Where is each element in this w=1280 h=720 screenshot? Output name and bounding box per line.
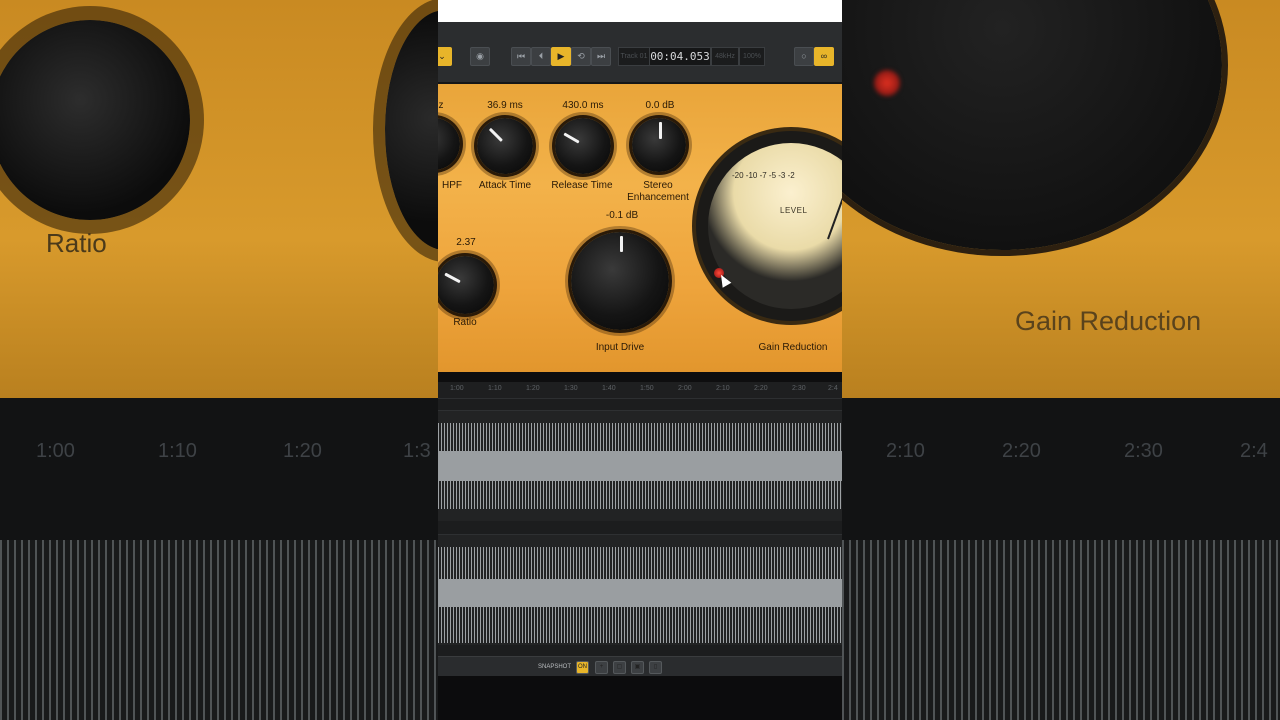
ruler-mark: 2:4: [828, 385, 838, 392]
compressor-plugin-panel: z HPF 36.9 ms Attack Time 430.0 ms Relea…: [438, 84, 842, 372]
input-drive-knob[interactable]: [571, 232, 669, 330]
audio-track-right[interactable]: [438, 534, 842, 645]
ruler-mark: 1:10: [488, 385, 502, 392]
timeline-ruler[interactable]: 1:00 1:10 1:20 1:30 1:40 1:50 2:00 2:10 …: [438, 382, 842, 399]
ruler-mark: 1:00: [36, 440, 75, 462]
add-icon[interactable]: +: [595, 661, 608, 674]
knob-pointer: [488, 128, 503, 143]
track-cell: Track 01: [618, 47, 650, 66]
release-time-knob[interactable]: [555, 118, 611, 174]
zoom-cell: 100%: [739, 47, 765, 66]
enhancement-label: Enhancement: [627, 192, 689, 203]
menu-chevron-icon[interactable]: ⌄: [438, 47, 452, 66]
background-ruler: 2:10 2:20 2:30 2:4: [842, 440, 1280, 470]
ruler-mark: 2:30: [1124, 440, 1163, 462]
ruler-mark: 1:20: [283, 440, 322, 462]
input-drive-value: -0.1 dB: [605, 210, 639, 221]
paste-icon[interactable]: ▣: [631, 661, 644, 674]
waveform-core: [438, 451, 842, 481]
loop-icon[interactable]: ⟲: [571, 47, 591, 66]
ruler-mark: 2:20: [754, 385, 768, 392]
rate-cell: 48kHz: [711, 47, 739, 66]
ratio-label: Ratio: [453, 317, 477, 328]
ruler-mark: 2:4: [1240, 440, 1268, 462]
bottom-area: [438, 676, 842, 720]
snapshot-label: SNAPSHOT: [538, 664, 572, 670]
attack-time-knob[interactable]: [477, 118, 533, 174]
background-right: Gain Reduction 2:10 2:20 2:30 2:4: [842, 0, 1280, 720]
background-ratio-label: Ratio: [46, 228, 107, 258]
top-bar: [438, 0, 842, 22]
knob-pointer: [563, 132, 580, 144]
input-drive-label: Input Drive: [595, 342, 645, 353]
background-gain-reduction-label: Gain Reduction: [1015, 306, 1202, 336]
background-led: [874, 70, 900, 96]
transport-bar: ⌄ ◉ ⏮ ⏴ ▶ ⟲ ⏭ Track 01 00:04.053 48kHz 1…: [438, 22, 842, 84]
ruler-mark: 2:00: [678, 385, 692, 392]
snapshot-bar: SNAPSHOT ON + ▢ ▣ ▯: [438, 656, 842, 677]
gain-reduction-label: Gain Reduction: [758, 342, 828, 353]
forward-to-end-icon[interactable]: ⏭: [591, 47, 611, 66]
power-icon[interactable]: ◉: [470, 47, 490, 66]
ruler-mark: 1:20: [526, 385, 540, 392]
ratio-knob[interactable]: [438, 256, 494, 314]
stereo-label: Stereo: [643, 180, 673, 191]
panel-divider: [438, 372, 842, 382]
ruler-mark: 1:40: [602, 385, 616, 392]
hpf-value: z: [438, 100, 444, 111]
ruler-mark: 1:30: [564, 385, 578, 392]
app-view: ⌄ ◉ ⏮ ⏴ ▶ ⟲ ⏭ Track 01 00:04.053 48kHz 1…: [438, 0, 842, 720]
background-left: Ratio 1:00 1:10 1:20 1:3: [0, 0, 438, 720]
ruler-mark: 1:10: [158, 440, 197, 462]
timecode-display: 00:04.053: [649, 47, 711, 66]
ruler-mark: 1:3: [403, 440, 431, 462]
hpf-knob[interactable]: [438, 118, 460, 170]
knob-pointer: [659, 122, 662, 139]
rewind-to-start-icon[interactable]: ⏮: [511, 47, 531, 66]
meter-scale: -20 -10 -7 -5 -3 -2: [732, 171, 795, 180]
play-icon[interactable]: ▶: [551, 47, 571, 66]
attack-value: 36.9 ms: [487, 100, 523, 111]
ratio-value: 2.37: [456, 237, 476, 248]
gain-reduction-meter: -20 -10 -7 -5 -3 -2 LEVEL: [696, 131, 842, 321]
previous-icon[interactable]: ⏴: [531, 47, 551, 66]
copy-icon[interactable]: ▢: [613, 661, 626, 674]
ruler-mark: 2:10: [886, 440, 925, 462]
stereo-value: 0.0 dB: [645, 100, 675, 111]
release-time-label: Release Time: [551, 180, 613, 191]
hpf-label: HPF: [442, 180, 462, 191]
ruler-mark: 1:00: [450, 385, 464, 392]
meter-level-label: LEVEL: [780, 206, 808, 215]
knob-pointer: [620, 235, 623, 252]
ruler-mark: 2:10: [716, 385, 730, 392]
ruler-mark: 2:20: [1002, 440, 1041, 462]
snapshot-on-button[interactable]: ON: [576, 661, 589, 674]
background-ruler: 1:00 1:10 1:20 1:3: [0, 440, 438, 470]
stereo-enhancement-knob[interactable]: [632, 118, 686, 172]
waveform-core: [438, 579, 842, 607]
audio-track-left[interactable]: [438, 410, 842, 521]
knob-pointer: [444, 272, 462, 284]
attack-time-label: Attack Time: [478, 180, 532, 191]
delete-icon[interactable]: ▯: [649, 661, 662, 674]
release-value: 430.0 ms: [562, 100, 604, 111]
ruler-mark: 1:50: [640, 385, 654, 392]
background-waveform: [0, 540, 438, 720]
record-icon[interactable]: ○: [794, 47, 814, 66]
background-waveform: [842, 540, 1280, 720]
ruler-mark: 2:30: [792, 385, 806, 392]
mono-stereo-icon[interactable]: ∞: [814, 47, 834, 66]
